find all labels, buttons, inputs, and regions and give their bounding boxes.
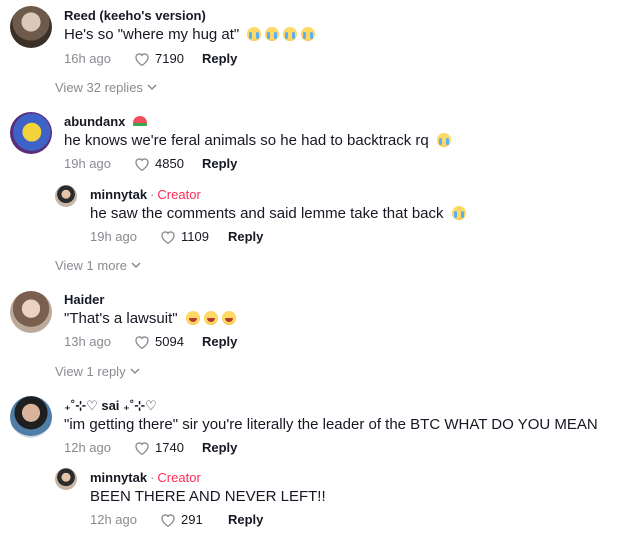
like-button[interactable]: 1109: [160, 229, 228, 244]
comment-timestamp: 13h ago: [64, 334, 111, 349]
creator-badge: Creator: [157, 470, 201, 485]
chevron-down-icon: [130, 368, 140, 375]
reply-button[interactable]: Reply: [202, 51, 237, 66]
crying-emoji-icon: [436, 133, 451, 147]
like-count: 5094: [155, 334, 184, 349]
comment-meta: 19h ago 4850 Reply: [64, 156, 237, 171]
reply-text: BEEN THERE AND NEVER LEFT!!: [90, 488, 326, 505]
like-count: 4850: [155, 156, 184, 171]
heart-outline-icon: [135, 157, 149, 171]
crying-emoji-icon: [451, 206, 466, 220]
view-replies-button[interactable]: View 1 reply: [55, 364, 140, 379]
avatar[interactable]: [10, 6, 52, 48]
view-replies-label: View 1 reply: [55, 364, 126, 379]
comment-text-content: He's so "where my hug at": [64, 26, 240, 43]
watermelon-emoji-icon: [133, 116, 148, 126]
reply-button[interactable]: Reply: [202, 440, 237, 455]
laughing-emoji-icon: [185, 311, 200, 325]
like-count: 1109: [181, 229, 209, 244]
like-count: 1740: [155, 440, 184, 455]
chevron-down-icon: [147, 84, 157, 91]
comment-meta: 16h ago 7190 Reply: [64, 51, 237, 66]
like-count: 7190: [155, 51, 184, 66]
comment-text: "im getting there" sir you're literally …: [64, 416, 598, 433]
reply-button[interactable]: Reply: [202, 156, 237, 171]
comment-text: he knows we're feral animals so he had t…: [64, 132, 451, 149]
avatar[interactable]: [10, 396, 52, 438]
heart-outline-icon: [135, 441, 149, 455]
comment-author[interactable]: ₊˚⊹♡ sai ₊˚⊹♡: [64, 398, 157, 414]
comment-timestamp: 16h ago: [64, 51, 111, 66]
heart-outline-icon: [161, 513, 175, 527]
chevron-down-icon: [131, 262, 141, 269]
reply-text: he saw the comments and said lemme take …: [90, 205, 466, 222]
laughing-emoji-icon: [221, 311, 236, 325]
like-button[interactable]: 291: [160, 512, 228, 527]
avatar[interactable]: [10, 291, 52, 333]
reply-text-content: he saw the comments and said lemme take …: [90, 205, 444, 222]
reply-button[interactable]: Reply: [228, 229, 263, 244]
comment-text-content: "That's a lawsuit": [64, 310, 178, 327]
view-replies-button[interactable]: View 32 replies: [55, 80, 157, 95]
reply-meta: 19h ago 1109 Reply: [90, 229, 263, 244]
comment-timestamp: 19h ago: [64, 156, 111, 171]
comment-text-content: "im getting there" sir you're literally …: [64, 416, 598, 433]
heart-outline-icon: [135, 335, 149, 349]
separator-dot: ·: [150, 470, 155, 485]
comment-author[interactable]: abundanx: [64, 114, 148, 129]
avatar[interactable]: [55, 185, 77, 207]
comment-author-name: abundanx: [64, 114, 126, 129]
view-more-button[interactable]: View 1 more: [55, 258, 141, 273]
like-button[interactable]: 7190: [134, 51, 202, 66]
like-button[interactable]: 4850: [134, 156, 202, 171]
laughing-emoji-icon: [203, 311, 218, 325]
comment-author[interactable]: Reed (keeho's version): [64, 8, 206, 23]
reply-author[interactable]: minnytak · Creator: [90, 187, 201, 202]
heart-outline-icon: [135, 52, 149, 66]
like-button[interactable]: 1740: [134, 440, 202, 455]
like-count: 291: [181, 512, 203, 527]
comment-text: He's so "where my hug at": [64, 26, 316, 43]
like-button[interactable]: 5094: [134, 334, 202, 349]
crying-emoji-icon: [247, 27, 262, 41]
reply-timestamp: 12h ago: [90, 512, 137, 527]
comment-meta: 12h ago 1740 Reply: [64, 440, 237, 455]
separator-dot: ·: [150, 187, 155, 202]
crying-emoji-icon: [265, 27, 280, 41]
crying-emoji-icon: [283, 27, 298, 41]
comment-text-content: he knows we're feral animals so he had t…: [64, 132, 429, 149]
view-more-label: View 1 more: [55, 258, 128, 273]
avatar[interactable]: [55, 468, 77, 490]
reply-text-content: BEEN THERE AND NEVER LEFT!!: [90, 488, 326, 505]
reply-meta: 12h ago 291 Reply: [90, 512, 263, 527]
avatar[interactable]: [10, 112, 52, 154]
crying-emoji-icon: [301, 27, 316, 41]
reply-button[interactable]: Reply: [228, 512, 263, 527]
heart-outline-icon: [161, 230, 175, 244]
comment-text: "That's a lawsuit": [64, 310, 236, 327]
reply-button[interactable]: Reply: [202, 334, 237, 349]
reply-author[interactable]: minnytak · Creator: [90, 470, 201, 485]
reply-timestamp: 19h ago: [90, 229, 137, 244]
comment-author[interactable]: Haider: [64, 292, 104, 307]
reply-author-name: minnytak: [90, 470, 148, 485]
comment-meta: 13h ago 5094 Reply: [64, 334, 237, 349]
creator-badge: Creator: [157, 187, 201, 202]
reply-author-name: minnytak: [90, 187, 148, 202]
comment-timestamp: 12h ago: [64, 440, 111, 455]
view-replies-label: View 32 replies: [55, 80, 143, 95]
